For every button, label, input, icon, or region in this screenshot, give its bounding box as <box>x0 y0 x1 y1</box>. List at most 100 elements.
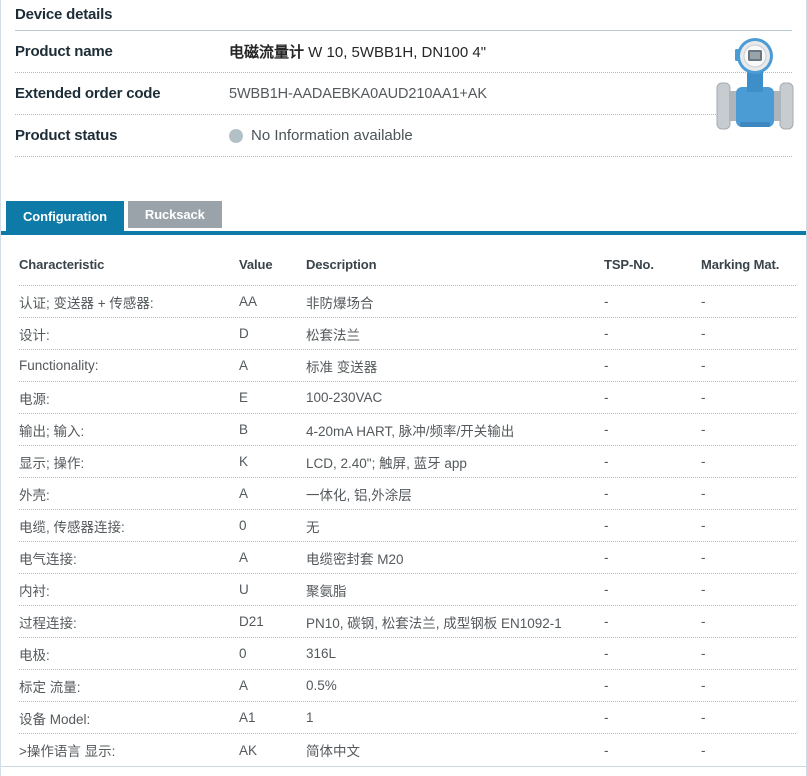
order-code-value: 5WBB1H-AADAEBKA0AUD210AA1+AK <box>229 86 487 102</box>
tab-rucksack[interactable]: Rucksack <box>128 201 222 228</box>
cell-tsp-no: - <box>604 678 701 693</box>
cell-marking-mat: - <box>701 646 796 661</box>
cell-value: K <box>239 454 306 469</box>
tab-bar: Configuration Rucksack <box>1 201 806 231</box>
col-header-description: Description <box>306 257 604 272</box>
cell-tsp-no: - <box>604 614 701 629</box>
flowmeter-product-image <box>716 36 794 136</box>
cell-description: 简体中文 <box>306 740 604 760</box>
table-row: 设计: D 松套法兰 - - <box>19 318 796 350</box>
cell-tsp-no: - <box>604 582 701 597</box>
order-code-label: Extended order code <box>15 85 229 102</box>
table-row: 电气连接: A 电缆密封套 M20 - - <box>19 542 796 574</box>
product-name-suffix: W 10, 5WBB1H, DN100 4" <box>304 44 486 61</box>
cell-marking-mat: - <box>701 422 796 437</box>
cell-characteristic: 标定 流量: <box>19 676 239 696</box>
table-row: 电源: E 100-230VAC - - <box>19 382 796 414</box>
device-details-page: Device details Product name 电磁流量计 W 10, … <box>0 0 807 776</box>
cell-characteristic: 设备 Model: <box>19 708 239 728</box>
cell-tsp-no: - <box>604 743 701 758</box>
product-name-label: Product name <box>15 43 229 60</box>
cell-marking-mat: - <box>701 358 796 373</box>
table-row: Functionality: A 标准 变送器 - - <box>19 350 796 382</box>
cell-value: B <box>239 422 306 437</box>
cell-tsp-no: - <box>604 454 701 469</box>
product-name-chinese: 电磁流量计 <box>229 44 304 61</box>
cell-marking-mat: - <box>701 743 796 758</box>
table-row: 设备 Model: A1 1 - - <box>19 702 796 734</box>
cell-marking-mat: - <box>701 614 796 629</box>
cell-marking-mat: - <box>701 326 796 341</box>
cell-tsp-no: - <box>604 422 701 437</box>
cell-marking-mat: - <box>701 454 796 469</box>
cell-marking-mat: - <box>701 486 796 501</box>
cell-value: A <box>239 358 306 373</box>
cell-characteristic: 设计: <box>19 324 239 344</box>
tab-configuration[interactable]: Configuration <box>6 201 124 231</box>
cell-description: 松套法兰 <box>306 324 604 344</box>
cell-description: PN10, 碳钢, 松套法兰, 成型钢板 EN1092-1 <box>306 612 604 632</box>
cell-tsp-no: - <box>604 518 701 533</box>
cell-characteristic: 电极: <box>19 644 239 664</box>
cell-tsp-no: - <box>604 646 701 661</box>
cell-characteristic: 电缆, 传感器连接: <box>19 516 239 536</box>
cell-value: D <box>239 326 306 341</box>
cell-description: 聚氨脂 <box>306 580 604 600</box>
table-header-row: Characteristic Value Description TSP-No.… <box>19 235 796 286</box>
table-row: 输出; 输入: B 4-20mA HART, 脉冲/频率/开关输出 - - <box>19 414 796 446</box>
table-row: 标定 流量: A 0.5% - - <box>19 670 796 702</box>
table-body: 认证; 变送器 + 传感器: AA 非防爆场合 - - 设计: D 松套法兰 -… <box>19 286 796 766</box>
cell-characteristic: 认证; 变送器 + 传感器: <box>19 292 239 312</box>
cell-value: 0 <box>239 518 306 533</box>
table-row: >操作语言 显示: AK 简体中文 - - <box>19 734 796 766</box>
cell-marking-mat: - <box>701 550 796 565</box>
cell-value: E <box>239 390 306 405</box>
product-status-label: Product status <box>15 127 229 144</box>
cell-description: 非防爆场合 <box>306 292 604 312</box>
cell-description: 100-230VAC <box>306 390 604 405</box>
cell-tsp-no: - <box>604 390 701 405</box>
cell-characteristic: 电气连接: <box>19 548 239 568</box>
product-name-value: 电磁流量计 W 10, 5WBB1H, DN100 4" <box>229 41 486 62</box>
table-row: 内衬: U 聚氨脂 - - <box>19 574 796 606</box>
cell-marking-mat: - <box>701 678 796 693</box>
product-name-row: Product name 电磁流量计 W 10, 5WBB1H, DN100 4… <box>15 31 792 73</box>
product-status-row: Product status No Information available <box>15 115 792 157</box>
cell-marking-mat: - <box>701 710 796 725</box>
col-header-characteristic: Characteristic <box>19 257 239 272</box>
cell-tsp-no: - <box>604 326 701 341</box>
cell-tsp-no: - <box>604 710 701 725</box>
cell-value: D21 <box>239 614 306 629</box>
cell-characteristic: Functionality: <box>19 358 239 373</box>
cell-marking-mat: - <box>701 390 796 405</box>
cell-tsp-no: - <box>604 294 701 309</box>
table-row: 显示; 操作: K LCD, 2.40"; 触屏, 蓝牙 app - - <box>19 446 796 478</box>
cell-value: 0 <box>239 646 306 661</box>
cell-characteristic: 过程连接: <box>19 612 239 632</box>
cell-description: 316L <box>306 646 604 661</box>
cell-description: 一体化, 铝,外涂层 <box>306 484 604 504</box>
page-title: Device details <box>15 0 792 23</box>
cell-value: AA <box>239 294 306 309</box>
cell-description: 4-20mA HART, 脉冲/频率/开关输出 <box>306 420 604 440</box>
cell-value: A <box>239 550 306 565</box>
cell-characteristic: 输出; 输入: <box>19 420 239 440</box>
product-status-text: No Information available <box>251 127 413 144</box>
flange-right <box>780 83 793 129</box>
cell-characteristic: 电源: <box>19 388 239 408</box>
product-status-value: No Information available <box>229 127 413 144</box>
table-row: 电极: 0 316L - - <box>19 638 796 670</box>
col-header-marking-mat: Marking Mat. <box>701 257 796 272</box>
table-row: 外壳: A 一体化, 铝,外涂层 - - <box>19 478 796 510</box>
cell-description: 无 <box>306 516 604 536</box>
cell-marking-mat: - <box>701 582 796 597</box>
cell-description: 标准 变送器 <box>306 356 604 376</box>
table-row: 过程连接: D21 PN10, 碳钢, 松套法兰, 成型钢板 EN1092-1 … <box>19 606 796 638</box>
cell-value: A1 <box>239 710 306 725</box>
cell-tsp-no: - <box>604 358 701 373</box>
cell-characteristic: 显示; 操作: <box>19 452 239 472</box>
device-details-section: Device details Product name 电磁流量计 W 10, … <box>1 0 806 157</box>
sensor-body <box>736 87 774 127</box>
cell-description: LCD, 2.40"; 触屏, 蓝牙 app <box>306 452 604 472</box>
col-header-value: Value <box>239 257 306 272</box>
